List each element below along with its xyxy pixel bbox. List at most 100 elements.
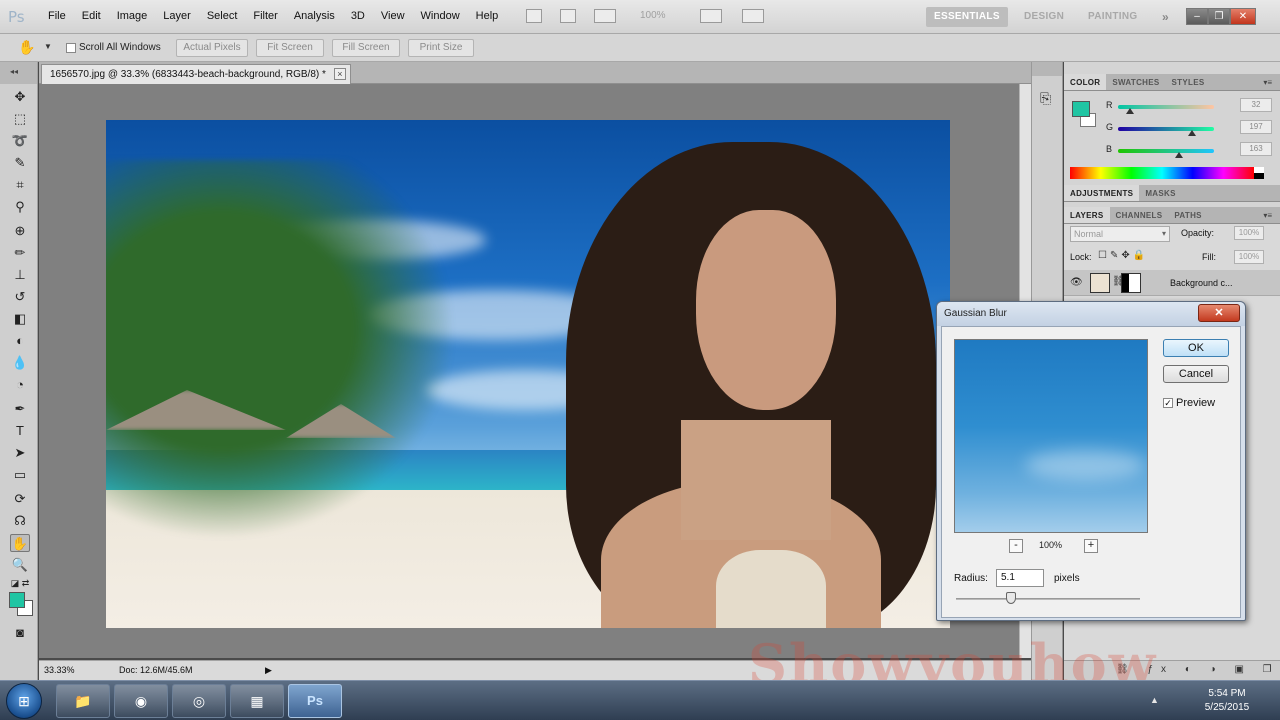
radius-input[interactable]: 5.1	[996, 569, 1044, 587]
tab-styles[interactable]: STYLES	[1166, 74, 1211, 90]
3d-orbit-tool-icon[interactable]: ☊	[10, 512, 30, 530]
view-extras-icon[interactable]	[594, 9, 616, 23]
menu-file[interactable]: File	[40, 10, 74, 22]
fill-screen-button[interactable]: Fill Screen	[332, 39, 400, 57]
checkbox-checked-icon[interactable]: ✓	[1163, 398, 1173, 408]
close-icon[interactable]: ×	[333, 68, 346, 80]
layer-name[interactable]: Background c...	[1170, 278, 1233, 288]
eye-visibility-icon[interactable]: 👁	[1070, 277, 1083, 288]
status-menu-icon[interactable]: ▶	[265, 665, 272, 676]
default-colors-icon[interactable]: ◪ ⇄	[10, 574, 30, 592]
panel-strip-header[interactable]	[1032, 62, 1062, 76]
launch-mini-bridge-icon[interactable]	[560, 9, 576, 23]
start-button[interactable]: ⊞	[6, 683, 42, 719]
blend-mode-select[interactable]: Normal ▾	[1070, 226, 1170, 242]
blue-track[interactable]	[1118, 149, 1214, 153]
media-player-taskbar-icon[interactable]: ◉	[114, 684, 168, 718]
blue-slider[interactable]: B 163	[1106, 142, 1276, 158]
workspace-painting-button[interactable]: PAINTING	[1080, 7, 1145, 27]
menu-window[interactable]: Window	[413, 10, 468, 22]
office-taskbar-icon[interactable]: ▦	[230, 684, 284, 718]
spot-healing-tool-icon[interactable]: ⊕	[10, 222, 30, 240]
document-tab[interactable]: 1656570.jpg @ 33.3% (6833443-beach-backg…	[41, 64, 351, 84]
foreground-color-swatch[interactable]	[9, 592, 25, 608]
arrange-documents-icon[interactable]	[700, 9, 722, 23]
ok-button[interactable]: OK	[1163, 339, 1229, 357]
pen-tool-icon[interactable]: ✒	[10, 400, 30, 418]
tab-adjustments[interactable]: ADJUSTMENTS	[1064, 185, 1140, 201]
preview-checkbox[interactable]: ✓ Preview	[1163, 397, 1215, 409]
lock-buttons[interactable]: ☐✎✥🔒	[1098, 250, 1148, 261]
zoom-out-button[interactable]: -	[1009, 539, 1023, 553]
red-slider-thumb[interactable]	[1126, 108, 1135, 114]
black-white-ramp[interactable]	[1254, 167, 1264, 179]
color-spectrum-ramp[interactable]	[1070, 167, 1254, 179]
system-clock[interactable]: 5:54 PM 5/25/2015	[1196, 687, 1258, 715]
menu-view[interactable]: View	[373, 10, 413, 22]
path-selection-tool-icon[interactable]: ➤	[10, 444, 30, 462]
green-slider[interactable]: G 197	[1106, 120, 1276, 136]
green-slider-thumb[interactable]	[1187, 130, 1196, 136]
menu-3d[interactable]: 3D	[343, 10, 373, 22]
rectangle-tool-icon[interactable]: ▭	[10, 466, 30, 484]
tab-color[interactable]: COLOR	[1064, 74, 1107, 90]
tab-masks[interactable]: MASKS	[1139, 185, 1181, 201]
show-hidden-icons-icon[interactable]: ▲	[1150, 695, 1159, 705]
tools-panel-header[interactable]: ◂◂	[0, 62, 37, 84]
crop-tool-icon[interactable]: ⌗	[10, 176, 30, 194]
tool-preset-caret-icon[interactable]: ▼	[44, 42, 52, 51]
minimize-icon[interactable]: –	[1186, 8, 1208, 25]
collapse-icon[interactable]: ◂◂	[10, 67, 18, 76]
blue-value-field[interactable]: 163	[1240, 142, 1272, 156]
zoom-tool-icon[interactable]: 🔍	[10, 556, 30, 574]
quick-mask-icon[interactable]: ◙	[10, 624, 30, 642]
camtasia-taskbar-icon[interactable]: ◎	[172, 684, 226, 718]
tab-paths[interactable]: PATHS	[1168, 207, 1207, 223]
workspace-design-button[interactable]: DESIGN	[1016, 7, 1072, 27]
eraser-tool-icon[interactable]: ◧	[10, 310, 30, 328]
blur-preview[interactable]	[954, 339, 1148, 533]
radius-slider-thumb[interactable]	[1006, 592, 1017, 604]
3d-rotate-tool-icon[interactable]: ⟳	[10, 490, 30, 508]
status-zoom-field[interactable]: 33.33%	[44, 665, 75, 675]
screen-mode-icon[interactable]	[742, 9, 764, 23]
hand-tool-icon[interactable]: ✋	[10, 534, 30, 552]
zoom-level-field[interactable]: 100%	[640, 10, 666, 21]
foreground-color-swatch[interactable]	[1072, 101, 1090, 117]
menu-filter[interactable]: Filter	[245, 10, 285, 22]
actual-pixels-button[interactable]: Actual Pixels	[176, 39, 248, 57]
panel-menu-icon[interactable]: ▾≡	[1263, 78, 1272, 87]
radius-slider-track[interactable]	[956, 598, 1140, 600]
menu-layer[interactable]: Layer	[155, 10, 199, 22]
fill-field[interactable]: 100%	[1234, 250, 1264, 264]
red-value-field[interactable]: 32	[1240, 98, 1272, 112]
tab-layers[interactable]: LAYERS	[1064, 207, 1110, 223]
brush-tool-icon[interactable]: ✏	[10, 244, 30, 262]
dodge-tool-icon[interactable]: ◔	[10, 376, 30, 394]
menu-analysis[interactable]: Analysis	[286, 10, 343, 22]
menu-edit[interactable]: Edit	[74, 10, 109, 22]
green-track[interactable]	[1118, 127, 1214, 131]
type-tool-icon[interactable]: T	[10, 422, 30, 440]
restore-icon[interactable]: ❐	[1208, 8, 1230, 25]
panel-menu-icon[interactable]: ▾≡	[1263, 211, 1272, 220]
layer-row[interactable]: 👁 ⛓ Background c...	[1064, 270, 1280, 296]
eyedropper-tool-icon[interactable]: ⚲	[10, 198, 30, 216]
move-tool-icon[interactable]: ✥	[10, 88, 30, 106]
scroll-all-windows-checkbox[interactable]: Scroll All Windows	[66, 42, 161, 53]
history-brush-tool-icon[interactable]: ↺	[10, 288, 30, 306]
launch-bridge-icon[interactable]	[526, 9, 542, 23]
green-value-field[interactable]: 197	[1240, 120, 1272, 134]
menu-image[interactable]: Image	[109, 10, 156, 22]
history-panel-icon[interactable]: ⎘	[1040, 90, 1051, 107]
marquee-tool-icon[interactable]: ⬚	[10, 110, 30, 128]
workspace-more-icon[interactable]: »	[1154, 7, 1177, 27]
blue-slider-thumb[interactable]	[1175, 152, 1184, 158]
opacity-field[interactable]: 100%	[1234, 226, 1264, 240]
explorer-taskbar-icon[interactable]: 📁	[56, 684, 110, 718]
lasso-tool-icon[interactable]: ➰	[10, 132, 30, 150]
fit-screen-button[interactable]: Fit Screen	[256, 39, 324, 57]
zoom-in-button[interactable]: +	[1084, 539, 1098, 553]
clone-stamp-tool-icon[interactable]: ⊥	[10, 266, 30, 284]
menu-select[interactable]: Select	[199, 10, 246, 22]
